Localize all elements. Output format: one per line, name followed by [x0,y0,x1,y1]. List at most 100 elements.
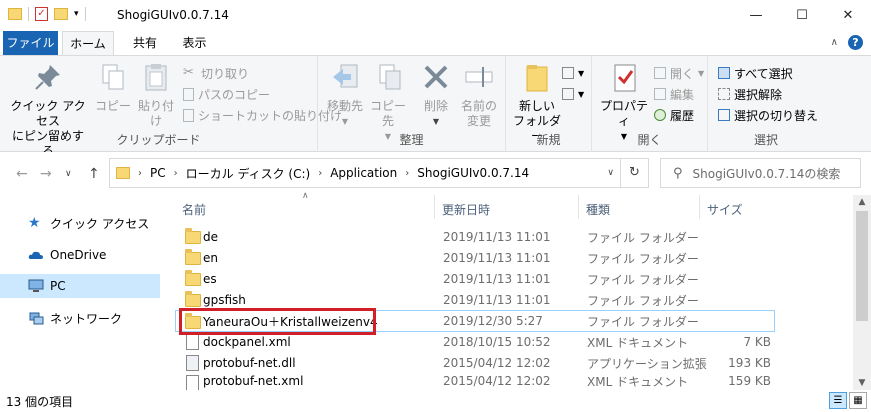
column-header-date[interactable]: 更新日時 [442,201,490,218]
folder-icon [116,167,130,179]
help-icon[interactable]: ? [848,35,863,50]
move-to-button[interactable]: 移動先 ▼ [324,61,366,129]
back-arrow-icon[interactable]: ← [16,166,28,182]
new-group-label: 新規 [536,133,561,147]
select-all-button[interactable]: すべて選択 [718,64,793,82]
nav-item-network[interactable]: ネットワーク [0,306,160,330]
move-to-icon [329,61,361,93]
address-input[interactable]: › PC › ローカル ディスク (C:) › Application › Sh… [109,158,649,188]
view-switcher: ☰ ▦ [829,392,867,409]
file-date: 2018/10/15 10:52 [443,335,551,349]
select-group-label: 選択 [753,133,778,147]
maximize-button[interactable]: ☐ [779,0,825,31]
select-none-label: 選択解除 [734,87,783,102]
status-bar: 13 個の項目 ☰ ▦ [0,390,871,412]
chevron-down-icon: ▼ [578,68,585,78]
nav-label: ネットワーク [50,311,123,326]
file-size: 193 KB [728,356,771,370]
move-to-label: 移動先 [326,99,363,113]
large-icons-view-icon[interactable]: ▦ [849,392,867,409]
table-row[interactable]: protobuf-net.xml 2015/04/12 12:02 XML ドキ… [176,372,776,390]
open-button[interactable]: 開く ▼ [654,64,704,82]
column-divider[interactable] [578,195,579,219]
chevron-right-icon[interactable]: › [174,168,178,179]
copy-path-button[interactable]: パスのコピー [183,85,270,103]
tab-file[interactable]: ファイル [3,31,58,55]
breadcrumb-shogigui[interactable]: ShogiGUIv0.0.7.14 [417,166,529,180]
column-divider[interactable] [434,195,435,219]
column-header-type[interactable]: 種類 [586,201,610,218]
edit-label: 編集 [670,87,695,102]
search-input[interactable]: ⚲ ShogiGUIv0.0.7.14の検索 [660,158,861,188]
column-divider[interactable] [699,195,700,219]
nav-label: クイック アクセス [50,216,150,231]
file-date: 2019/11/13 11:01 [443,230,551,244]
history-button[interactable]: 履歴 [654,106,694,124]
table-row[interactable]: es 2019/11/13 11:01 ファイル フォルダー [176,268,776,290]
file-size: 7 KB [743,335,771,349]
invert-selection-button[interactable]: 選択の切り替え [718,106,818,124]
chevron-right-icon[interactable]: › [318,168,322,179]
file-name: protobuf-net.dll [203,356,296,370]
select-none-button[interactable]: 選択解除 [718,85,782,103]
column-header-size[interactable]: サイズ [707,201,743,218]
chevron-up-icon[interactable]: ∧ [831,37,838,48]
breadcrumb-pc[interactable]: PC [150,166,166,180]
new-folder-icon[interactable] [54,8,68,20]
table-row[interactable]: de 2019/11/13 11:01 ファイル フォルダー [176,226,776,248]
cut-button[interactable]: ✂ 切り取り [183,64,249,82]
table-row[interactable]: en 2019/11/13 11:01 ファイル フォルダー [176,247,776,269]
file-name: de [203,230,218,244]
forward-arrow-icon[interactable]: → [40,166,52,182]
folder-icon [8,8,22,20]
nav-item-onedrive[interactable]: OneDrive [0,243,160,267]
tab-home[interactable]: ホーム [62,31,114,56]
scroll-thumb[interactable] [856,211,868,321]
delete-label: 削除 [423,99,448,113]
edit-button[interactable]: 編集 [654,85,694,103]
file-type: XML ドキュメント [587,374,689,389]
customize-toolbar-icon[interactable]: ▾ [74,9,79,19]
nav-label: PC [50,279,66,293]
column-header-name[interactable]: 名前 [182,201,206,218]
new-group: 新しい フォルダー ▼ ▼ 新規 [506,56,592,152]
breadcrumb-application[interactable]: Application [330,166,397,180]
close-button[interactable]: ✕ [825,0,871,31]
copy-button[interactable]: コピー [93,61,133,114]
paste-button[interactable]: 貼り付け [133,61,179,129]
nav-label: OneDrive [50,248,107,262]
properties-check-icon[interactable]: ✓ [35,7,48,21]
file-type: ファイル フォルダー [587,251,699,266]
scroll-up-arrow-icon[interactable]: ▲ [853,197,871,207]
details-view-icon[interactable]: ☰ [829,392,847,409]
rename-button[interactable]: 名前の 変更 [458,61,500,129]
recent-chevron-icon[interactable]: ∨ [65,169,72,179]
scroll-down-arrow-icon[interactable]: ▼ [853,378,871,388]
refresh-icon[interactable]: ↻ [620,159,648,187]
select-all-label: すべて選択 [734,66,793,81]
tab-view[interactable]: 表示 [172,31,217,55]
search-placeholder: ShogiGUIv0.0.7.14の検索 [692,166,841,181]
delete-button[interactable]: 削除 ▼ [416,61,456,129]
easy-access-button[interactable]: ▼ [562,85,584,103]
folder-icon [185,291,201,308]
properties-icon [608,61,640,93]
new-item-button[interactable]: ▼ [562,64,584,82]
copy-to-label: コピー先 [369,99,406,128]
chevron-right-icon[interactable]: › [405,168,409,179]
tab-share[interactable]: 共有 [125,31,165,55]
history-icon [654,109,666,121]
table-row[interactable]: protobuf-net.dll 2015/04/12 12:02 アプリケーシ… [176,352,776,374]
vertical-scrollbar[interactable]: ▲ ▼ [853,195,871,390]
open-label: 開く [670,66,695,81]
nav-item-pc[interactable]: PC [0,274,160,298]
cut-label: 切り取り [201,66,250,81]
breadcrumb-local-disk[interactable]: ローカル ディスク (C:) [186,165,311,182]
up-arrow-icon[interactable]: ↑ [88,166,100,182]
nav-item-quick-access[interactable]: ★ クイック アクセス [0,211,160,235]
minimize-button[interactable]: — [733,0,779,31]
file-type: ファイル フォルダー [587,314,699,329]
file-name: en [203,251,218,265]
chevron-right-icon[interactable]: › [138,168,142,179]
address-dropdown-icon[interactable]: ∨ [607,168,614,178]
